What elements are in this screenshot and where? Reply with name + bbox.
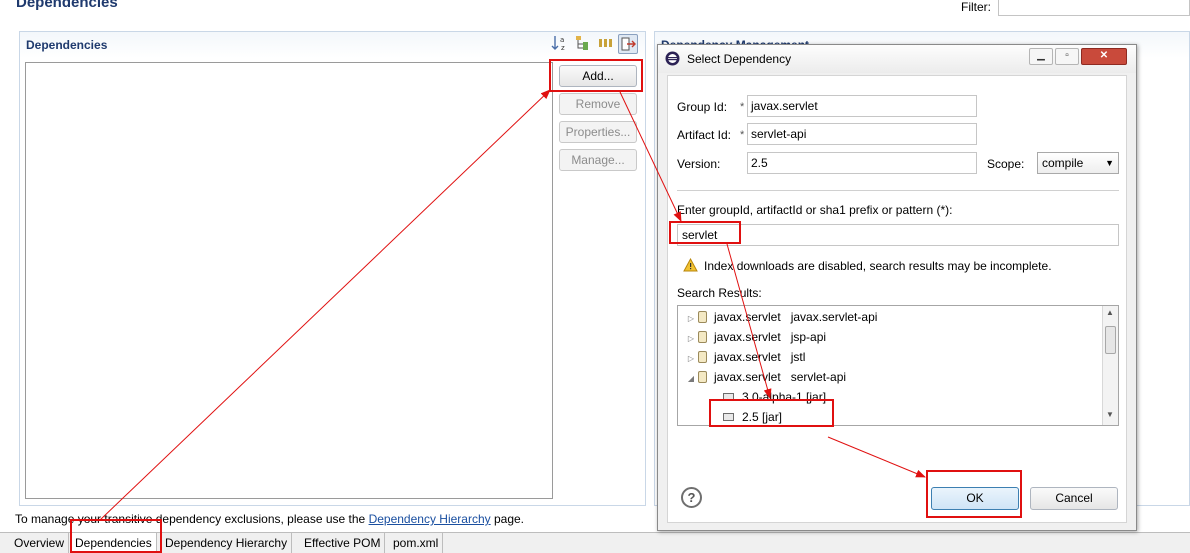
jar-icon <box>698 351 707 363</box>
index-warning: Index downloads are disabled, search res… <box>704 259 1052 273</box>
hierarchy-icon[interactable] <box>573 34 593 54</box>
expand-arrow-icon[interactable]: ▷ <box>684 329 698 349</box>
tab-effective-pom[interactable]: Effective POM <box>300 533 386 553</box>
annotation-box-ok <box>926 470 1022 518</box>
tab-dependency-hierarchy[interactable]: Dependency Hierarchy <box>161 533 293 553</box>
warning-icon <box>683 257 698 272</box>
dependency-hierarchy-link[interactable]: Dependency Hierarchy <box>369 512 491 526</box>
close-icon[interactable]: ✕ <box>1081 48 1127 65</box>
annotation-box-search <box>669 221 741 244</box>
scroll-down-icon[interactable]: ▼ <box>1106 410 1114 419</box>
minimize-icon[interactable]: ▁ <box>1029 48 1053 65</box>
dialog-title: Select Dependency <box>687 52 792 66</box>
manage-button[interactable]: Manage... <box>559 149 637 171</box>
search-input[interactable]: servlet <box>677 224 1119 246</box>
result-row[interactable]: ◢ javax.servlet servlet-api <box>684 367 846 387</box>
cancel-button[interactable]: Cancel <box>1030 487 1118 510</box>
filter-input[interactable] <box>998 0 1190 16</box>
jar-icon <box>698 371 707 383</box>
columns-icon[interactable] <box>596 34 616 54</box>
jar-icon <box>698 311 707 323</box>
group-id-required-marker: * <box>740 101 745 113</box>
eclipse-icon <box>665 51 680 66</box>
select-dependency-dialog: Select Dependency ▁ ▫ ✕ Group Id: * java… <box>657 44 1137 531</box>
editor-tab-bar: Overview Dependencies Dependency Hierarc… <box>0 532 1190 553</box>
svg-text:z: z <box>561 44 565 52</box>
collapse-arrow-icon[interactable]: ◢ <box>684 369 698 389</box>
version-label: Version: <box>677 157 721 171</box>
remove-button[interactable]: Remove <box>559 93 637 115</box>
result-group: javax.servlet <box>714 350 781 364</box>
help-glyph: ? <box>687 490 696 505</box>
filter-label: Filter: <box>961 0 991 14</box>
result-group: javax.servlet <box>714 330 781 344</box>
result-row[interactable]: ▷ javax.servlet javax.servlet-api <box>684 307 877 327</box>
annotation-box-add <box>549 59 643 92</box>
version-field[interactable]: 2.5 <box>747 152 977 174</box>
annotation-box-dependencies-tab <box>70 519 162 553</box>
svg-text:a: a <box>560 36 564 44</box>
scope-label: Scope: <box>987 157 1025 171</box>
sort-az-icon[interactable]: az <box>550 34 570 54</box>
expand-arrow-icon[interactable]: ▷ <box>684 309 698 329</box>
results-scrollbar[interactable]: ▲ ▼ <box>1102 306 1118 425</box>
expand-arrow-icon[interactable]: ▷ <box>684 349 698 369</box>
tab-overview[interactable]: Overview <box>10 533 70 553</box>
footer-text-before: To manage your transitive dependency exc… <box>15 512 366 526</box>
artifact-id-label: Artifact Id: <box>677 128 732 142</box>
group-id-field[interactable]: javax.servlet <box>747 95 977 117</box>
page-title: Dependencies <box>16 0 118 11</box>
dialog-title-bar[interactable]: Select Dependency ▁ ▫ ✕ <box>658 45 1136 73</box>
dialog-body: Group Id: * javax.servlet Artifact Id: *… <box>667 75 1127 523</box>
artifact-id-field[interactable]: servlet-api <box>747 123 977 145</box>
group-id-label: Group Id: <box>677 100 728 114</box>
properties-button[interactable]: Properties... <box>559 121 637 143</box>
result-artifact: servlet-api <box>790 370 847 384</box>
help-icon[interactable]: ? <box>681 487 702 508</box>
divider <box>677 190 1119 191</box>
chevron-down-icon: ▼ <box>1105 158 1114 168</box>
result-group: javax.servlet <box>714 370 781 384</box>
scope-select[interactable]: compile ▼ <box>1037 152 1119 174</box>
maximize-icon[interactable]: ▫ <box>1055 48 1079 65</box>
result-group: javax.servlet <box>714 310 781 324</box>
result-artifact: jstl <box>790 350 806 364</box>
artifact-id-required-marker: * <box>740 129 745 141</box>
scope-value: compile <box>1042 156 1084 170</box>
scroll-up-icon[interactable]: ▲ <box>1106 308 1114 317</box>
annotation-box-version <box>709 399 834 427</box>
footer-text-after: page. <box>493 512 524 526</box>
result-artifact: jsp-api <box>790 330 827 344</box>
search-results-label: Search Results: <box>677 286 762 300</box>
tab-pom-xml[interactable]: pom.xml <box>389 533 444 553</box>
search-prompt: Enter groupId, artifactId or sha1 prefix… <box>677 203 953 217</box>
result-row[interactable]: ▷ javax.servlet jsp-api <box>684 327 826 347</box>
dependencies-list[interactable] <box>25 62 553 499</box>
jar-icon <box>698 331 707 343</box>
show-detail-icon[interactable] <box>618 34 638 54</box>
result-artifact: javax.servlet-api <box>790 310 878 324</box>
scroll-thumb[interactable] <box>1105 326 1116 354</box>
result-row[interactable]: ▷ javax.servlet jstl <box>684 347 805 367</box>
